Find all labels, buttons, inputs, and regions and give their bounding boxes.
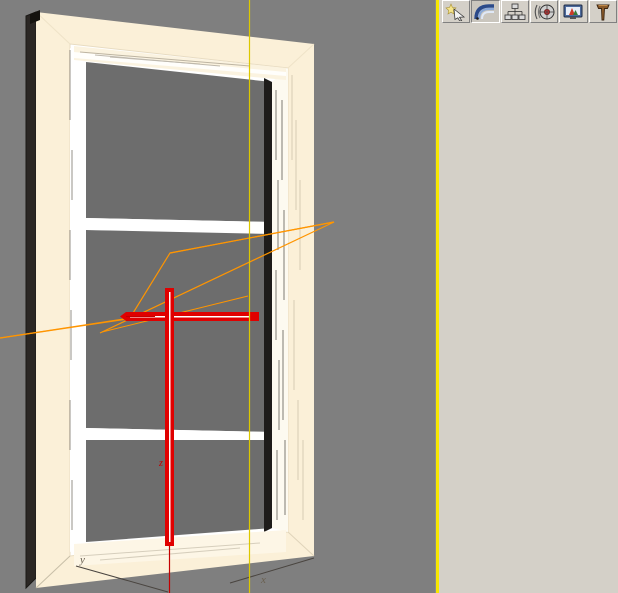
display-tab[interactable]	[559, 0, 588, 23]
display-monitor-icon	[563, 4, 583, 19]
star-cursor-icon	[445, 2, 466, 21]
hierarchy-tree-icon	[504, 3, 526, 20]
motion-tab[interactable]	[529, 0, 559, 23]
perspective-viewport[interactable]: y x z	[0, 0, 439, 593]
utilities-tab[interactable]	[588, 0, 617, 23]
world-axis-line	[248, 0, 251, 593]
hierarchy-tab[interactable]	[500, 0, 529, 23]
command-panel-tabbar	[442, 0, 618, 23]
active-viewport-border	[436, 0, 439, 593]
window-model-3d: y x z	[0, 0, 439, 593]
motion-wheel-icon	[534, 4, 555, 19]
max-window: y x z	[0, 0, 618, 593]
hammer-icon	[596, 4, 610, 20]
bent-tube-icon	[474, 3, 495, 20]
create-tab[interactable]	[442, 0, 471, 23]
command-panel: Modifier List Slice Poly Select	[441, 0, 618, 593]
modify-tab[interactable]	[471, 0, 500, 23]
